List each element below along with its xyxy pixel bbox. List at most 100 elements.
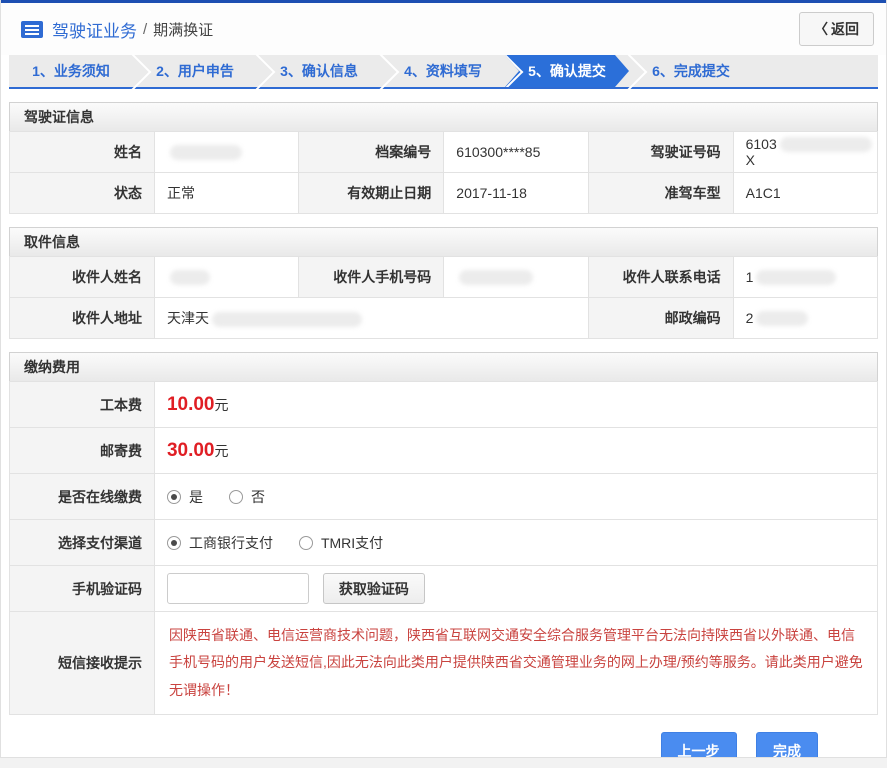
expiry-label: 有效期止日期	[298, 172, 445, 214]
redacted-value	[756, 311, 809, 327]
pay-channel-options: 工商银行支付 TMRI支付	[153, 519, 879, 566]
redacted-value	[169, 145, 242, 161]
pickup-table: 收件人姓名 收件人手机号码 收件人联系电话 1 收件人地址 天津天 邮政编码 2	[9, 256, 879, 339]
mail-fee-unit: 元	[214, 442, 229, 459]
mail-fee-label: 邮寄费	[9, 427, 155, 474]
zip-label: 邮政编码	[587, 297, 734, 339]
channel-tmri-label: TMRI支付	[320, 534, 384, 551]
work-fee-label: 工本费	[9, 381, 155, 428]
file-no-value: 610300****85	[443, 131, 589, 173]
redacted-value	[459, 270, 534, 286]
license-no-prefix: 6103	[745, 135, 777, 152]
channel-tmri-radio[interactable]	[298, 535, 313, 550]
section-license-header: 驾驶证信息	[9, 102, 878, 132]
channel-icbc-label: 工商银行支付	[188, 534, 273, 551]
captcha-row: 获取验证码	[153, 565, 879, 612]
online-pay-no-label: 否	[250, 488, 265, 505]
table-row: 选择支付渠道 工商银行支付 TMRI支付	[9, 519, 879, 566]
work-fee-amount: 10.00	[166, 393, 215, 415]
sms-notice-text: 因陕西省联通、电信运营商技术问题，陕西省互联网交通安全综合服务管理平台无法向持陕…	[168, 627, 863, 698]
table-row: 是否在线缴费 是否	[9, 473, 879, 520]
tel-value: 1	[732, 256, 879, 298]
phone-label: 收件人手机号码	[298, 256, 445, 298]
zip-prefix: 2	[745, 309, 754, 326]
chevron-left-icon: 〈	[814, 21, 828, 37]
previous-step-button[interactable]: 上一步	[660, 731, 737, 757]
table-row: 手机验证码 获取验证码	[9, 565, 879, 612]
section-pickup-header: 取件信息	[9, 227, 878, 257]
sms-notice-label: 短信接收提示	[9, 611, 155, 715]
table-row: 短信接收提示 因陕西省联通、电信运营商技术问题，陕西省互联网交通安全综合服务管理…	[9, 611, 879, 715]
tab-step-1-label: 1、业务须知	[32, 63, 110, 79]
tel-label: 收件人联系电话	[587, 256, 734, 298]
get-captcha-button[interactable]: 获取验证码	[322, 573, 425, 604]
mail-fee-value: 30.00元	[153, 427, 879, 474]
tab-bar-filler	[753, 55, 878, 87]
footer-actions: 上一步 完成	[9, 715, 878, 757]
status-label: 状态	[9, 172, 155, 214]
tab-step-3-label: 3、确认信息	[280, 63, 358, 79]
redacted-value	[779, 137, 872, 153]
address-value: 天津天	[153, 297, 589, 339]
online-pay-yes-radio[interactable]	[166, 489, 181, 504]
sms-notice-cell: 因陕西省联通、电信运营商技术问题，陕西省互联网交通安全综合服务管理平台无法向持陕…	[153, 611, 879, 715]
zip-value: 2	[732, 297, 879, 339]
back-button[interactable]: 〈返回	[799, 12, 874, 46]
breadcrumb-business: 驾驶证业务	[52, 21, 137, 41]
page: 驾驶证业务 / 期满换证 〈返回 1、业务须知 2、用户申告 3、确认信息 4、…	[0, 0, 887, 768]
name-label: 姓名	[9, 131, 155, 173]
tab-step-6-label: 6、完成提交	[652, 63, 730, 79]
table-row: 收件人地址 天津天 邮政编码 2	[9, 297, 879, 339]
address-prefix: 天津天	[166, 310, 209, 326]
tab-step-4[interactable]: 4、资料填写	[381, 55, 505, 87]
redacted-value	[756, 270, 837, 286]
breadcrumb-separator: /	[143, 20, 148, 38]
work-fee-value: 10.00元	[153, 381, 879, 428]
finish-button[interactable]: 完成	[756, 731, 818, 757]
captcha-label: 手机验证码	[9, 565, 155, 612]
tab-step-6[interactable]: 6、完成提交	[629, 55, 753, 87]
table-row: 状态 正常 有效期止日期 2017-11-18 准驾车型 A1C1	[9, 172, 879, 214]
license-table: 姓名 档案编号 610300****85 驾驶证号码 6103X 状态 正常 有…	[9, 131, 879, 214]
captcha-input[interactable]	[166, 573, 309, 604]
tab-step-4-label: 4、资料填写	[404, 63, 482, 79]
fees-table: 工本费 10.00元 邮寄费 30.00元 是否在线缴费 是否 选择支付渠道 工…	[9, 381, 879, 715]
breadcrumb: 驾驶证业务 / 期满换证	[21, 17, 799, 42]
page-title: 期满换证	[153, 21, 214, 39]
recipient-value	[153, 256, 300, 298]
content: 驾驶证信息 姓名 档案编号 610300****85 驾驶证号码 6103X 状…	[1, 102, 886, 757]
channel-icbc-radio[interactable]	[166, 535, 181, 550]
tab-step-2-label: 2、用户申告	[156, 63, 234, 79]
expiry-value: 2017-11-18	[443, 172, 589, 214]
online-pay-yes-label: 是	[188, 488, 203, 505]
address-label: 收件人地址	[9, 297, 155, 339]
status-value: 正常	[153, 172, 300, 214]
page-header: 驾驶证业务 / 期满换证 〈返回	[1, 3, 886, 55]
mail-fee-amount: 30.00	[166, 439, 215, 461]
section-fees-header: 缴纳费用	[9, 352, 878, 382]
recipient-label: 收件人姓名	[9, 256, 155, 298]
license-no-value: 6103X	[732, 131, 879, 173]
step-tabs: 1、业务须知 2、用户申告 3、确认信息 4、资料填写 5、确认提交 6、完成提…	[9, 55, 878, 89]
license-no-label: 驾驶证号码	[587, 131, 734, 173]
back-button-label: 返回	[831, 21, 859, 37]
redacted-value	[169, 270, 210, 286]
table-row: 收件人姓名 收件人手机号码 收件人联系电话 1	[9, 256, 879, 298]
tel-prefix: 1	[745, 268, 754, 285]
tab-step-5-label: 5、确认提交	[528, 63, 606, 79]
work-fee-unit: 元	[214, 396, 229, 413]
name-value	[153, 131, 300, 173]
online-pay-options: 是否	[153, 473, 879, 520]
redacted-value	[211, 311, 362, 327]
class-label: 准驾车型	[587, 172, 734, 214]
pay-channel-label: 选择支付渠道	[9, 519, 155, 566]
class-value: A1C1	[732, 172, 879, 214]
online-pay-no-radio[interactable]	[228, 489, 243, 504]
phone-value	[443, 256, 589, 298]
table-row: 邮寄费 30.00元	[9, 427, 879, 474]
list-icon	[21, 20, 43, 38]
table-row: 工本费 10.00元	[9, 381, 879, 428]
table-row: 姓名 档案编号 610300****85 驾驶证号码 6103X	[9, 131, 879, 173]
main-panel: 驾驶证业务 / 期满换证 〈返回 1、业务须知 2、用户申告 3、确认信息 4、…	[0, 0, 887, 758]
online-pay-label: 是否在线缴费	[9, 473, 155, 520]
